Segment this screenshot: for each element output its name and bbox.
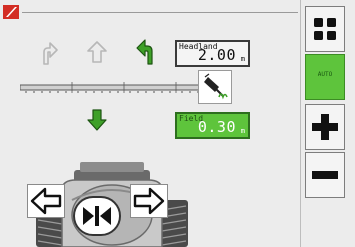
arrow-right-icon <box>133 187 165 215</box>
field-unit: m <box>240 127 245 135</box>
curved-arrow-right-up-icon[interactable] <box>136 38 160 66</box>
field-value: 0.30 <box>197 118 236 136</box>
terrain-sensor-icon[interactable] <box>198 70 232 104</box>
move-right-button[interactable] <box>130 184 168 218</box>
boom-sections <box>20 78 228 98</box>
center-icon <box>83 206 111 226</box>
field-value-box[interactable]: Field 0.30 m <box>175 112 250 139</box>
plus-icon <box>312 114 338 140</box>
menu-button[interactable] <box>305 6 345 52</box>
arrow-down-icon[interactable] <box>86 108 108 132</box>
decrease-button[interactable] <box>305 152 345 198</box>
side-panel-divider <box>300 0 301 247</box>
auto-mode-button[interactable]: AUTO <box>305 54 345 100</box>
arrow-up-icon[interactable] <box>86 40 108 64</box>
lifter-logo-icon <box>3 5 19 19</box>
display-screen: Headland 2.00 m Field 0.30 m AUTO <box>0 0 355 247</box>
grid-menu-icon <box>314 18 336 40</box>
headland-value-box[interactable]: Headland 2.00 m <box>175 40 250 67</box>
center-button[interactable] <box>73 196 121 236</box>
move-left-button[interactable] <box>27 184 65 218</box>
header-divider <box>22 12 298 13</box>
minus-icon <box>312 171 338 179</box>
headland-unit: m <box>240 55 245 63</box>
auto-mode-label: AUTO <box>317 71 333 78</box>
curved-arrow-left-up-icon[interactable] <box>36 40 58 66</box>
arrow-left-icon <box>30 187 62 215</box>
headland-value: 2.00 <box>197 46 236 64</box>
increase-button[interactable] <box>305 104 345 150</box>
